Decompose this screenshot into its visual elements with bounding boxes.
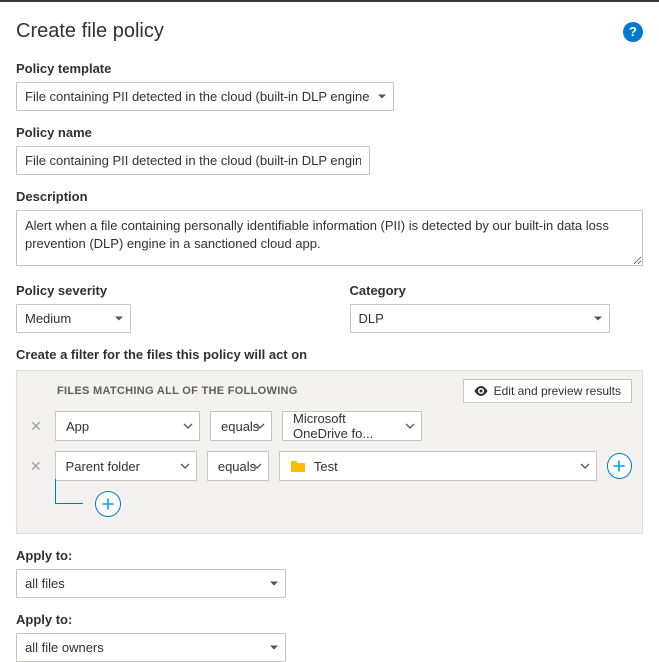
description-label: Description (16, 189, 643, 204)
filter-operator-value: equals (221, 419, 259, 434)
chevron-down-icon (255, 423, 265, 429)
policy-template-label: Policy template (16, 61, 643, 76)
filter-operator-select[interactable]: equals (210, 411, 272, 441)
page-title: Create file policy (16, 20, 164, 43)
description-textarea[interactable]: Alert when a file containing personally … (16, 210, 643, 266)
chevron-down-icon (252, 463, 262, 469)
filter-value-select[interactable]: Test (279, 451, 597, 481)
filter-value-text: Test (314, 459, 338, 474)
filter-row: ✕ Parent folder equals (27, 451, 632, 481)
eye-icon (474, 386, 488, 396)
filter-value-select[interactable]: Microsoft OneDrive fo... (282, 411, 422, 441)
filter-operator-value: equals (218, 459, 256, 474)
filter-field-value: App (66, 419, 89, 434)
remove-filter-icon[interactable]: ✕ (27, 419, 45, 433)
apply-to-files-label: Apply to: (16, 548, 643, 563)
filter-operator-select[interactable]: equals (207, 451, 269, 481)
apply-to-files-select[interactable]: all files (16, 569, 286, 598)
filter-row: ✕ App equals Microsoft OneDrive fo... (27, 411, 632, 441)
apply-to-owners-label: Apply to: (16, 612, 643, 627)
filter-section-title: Create a filter for the files this polic… (16, 347, 643, 362)
policy-template-select[interactable]: File containing PII detected in the clou… (16, 82, 394, 111)
policy-name-input[interactable] (16, 146, 370, 175)
filter-field-value: Parent folder (66, 459, 140, 474)
policy-name-label: Policy name (16, 125, 643, 140)
folder-icon (290, 460, 306, 473)
filter-field-select[interactable]: Parent folder (55, 451, 197, 481)
apply-to-owners-select[interactable]: all file owners (16, 633, 286, 662)
filter-value-text: Microsoft OneDrive fo... (293, 411, 395, 441)
filter-field-select[interactable]: App (55, 411, 200, 441)
add-filter-button[interactable] (95, 491, 121, 517)
severity-label: Policy severity (16, 283, 310, 298)
category-label: Category (350, 283, 644, 298)
help-icon[interactable]: ? (623, 22, 643, 42)
remove-filter-icon[interactable]: ✕ (27, 459, 45, 473)
filter-block: FILES MATCHING ALL OF THE FOLLOWING Edit… (16, 370, 643, 534)
filter-matching-label: FILES MATCHING ALL OF THE FOLLOWING (57, 385, 298, 397)
edit-preview-button[interactable]: Edit and preview results (463, 379, 632, 403)
add-value-button[interactable] (607, 453, 632, 479)
category-select[interactable]: DLP (350, 304, 610, 333)
severity-select[interactable]: Medium (16, 304, 131, 333)
chevron-down-icon (180, 463, 190, 469)
chevron-down-icon (183, 423, 193, 429)
edit-preview-label: Edit and preview results (494, 384, 621, 398)
chevron-down-icon (405, 423, 415, 429)
chevron-down-icon (580, 463, 590, 469)
